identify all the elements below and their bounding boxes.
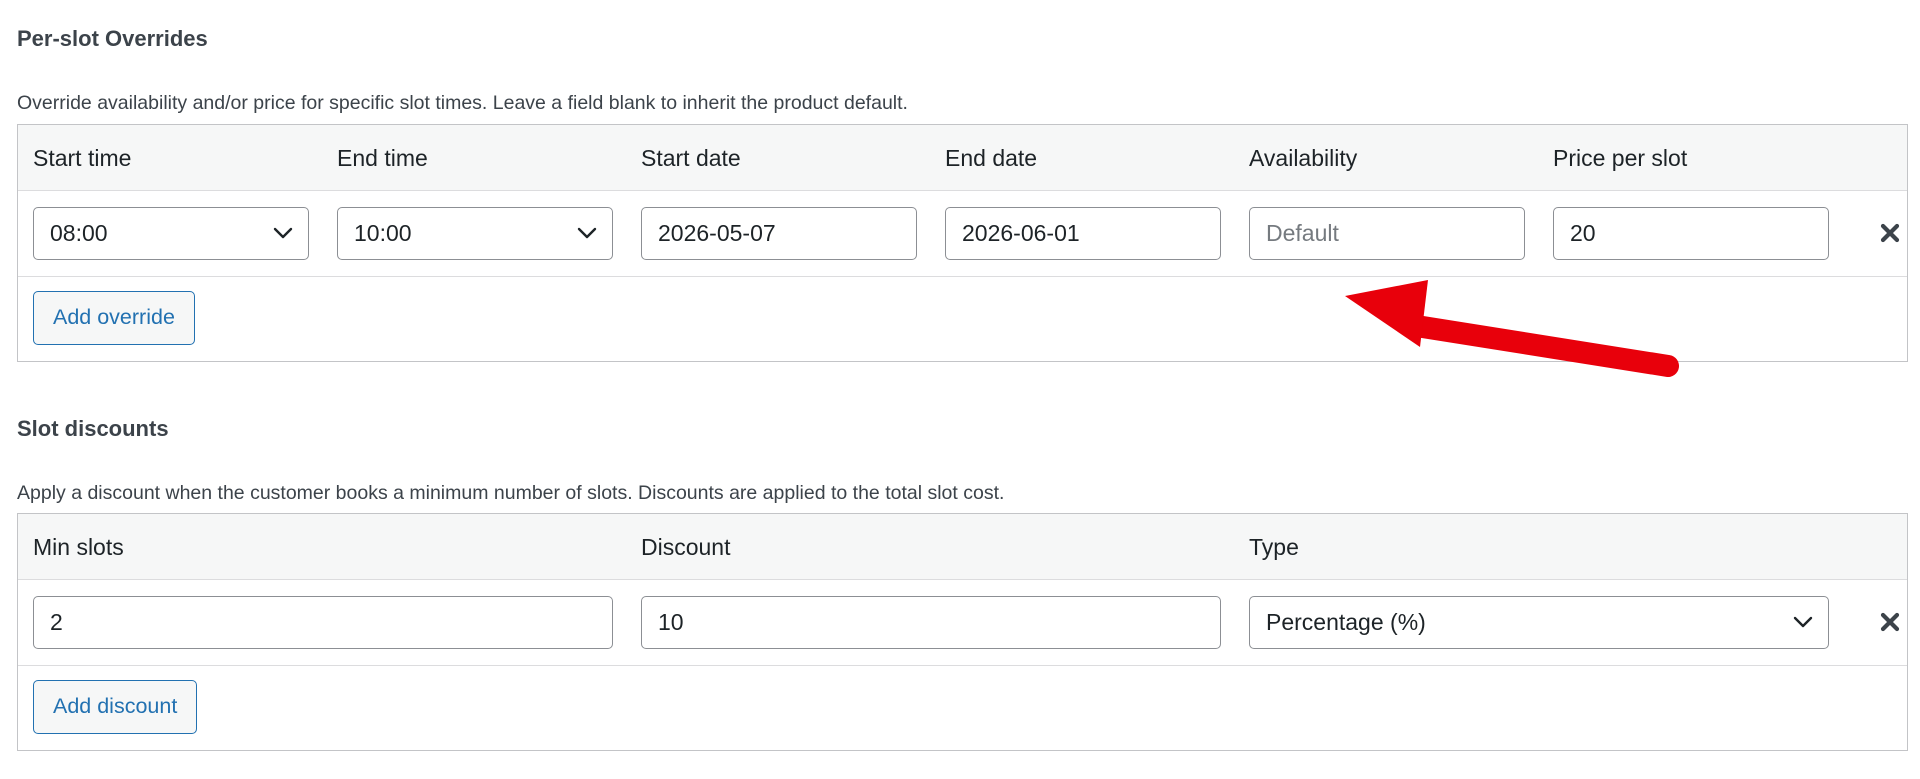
min-slots-input[interactable]: 2 [33, 596, 613, 649]
discount-row: 2 10 Percentage (%) [18, 580, 1907, 666]
col-discount: Discount [641, 534, 731, 560]
discounts-table: Min slots Discount Type 2 10 Percentage … [17, 513, 1908, 751]
start-date-input[interactable]: 2026-05-07 [641, 207, 917, 260]
close-icon[interactable] [1875, 218, 1905, 248]
price-per-slot-input[interactable]: 20 [1553, 207, 1829, 260]
discounts-description: Apply a discount when the customer books… [17, 482, 1005, 504]
col-start-date: Start date [641, 145, 741, 171]
red-arrow-annotation [1345, 280, 1679, 377]
discount-type-value: Percentage (%) [1266, 609, 1426, 635]
end-time-value: 10:00 [354, 220, 412, 246]
discounts-footer: Add discount [18, 666, 1907, 751]
col-start-time: Start time [33, 145, 132, 171]
chevron-down-icon [577, 227, 597, 239]
overrides-title: Per-slot Overrides [17, 26, 208, 51]
discount-input[interactable]: 10 [641, 596, 1221, 649]
overrides-header-row: Start time End time Start date End date … [18, 125, 1907, 191]
col-type: Type [1249, 534, 1299, 560]
col-min-slots: Min slots [33, 534, 124, 560]
chevron-down-icon [273, 227, 293, 239]
start-time-value: 08:00 [50, 220, 108, 246]
end-time-select[interactable]: 10:00 [337, 207, 613, 260]
add-discount-button[interactable]: Add discount [33, 680, 198, 734]
end-date-input[interactable]: 2026-06-01 [945, 207, 1221, 260]
chevron-down-icon [1793, 616, 1813, 628]
discount-type-select[interactable]: Percentage (%) [1249, 596, 1829, 649]
discounts-title: Slot discounts [17, 416, 169, 441]
close-icon[interactable] [1875, 607, 1905, 637]
discounts-header-row: Min slots Discount Type [18, 514, 1907, 580]
col-end-date: End date [945, 145, 1038, 171]
overrides-description: Override availability and/or price for s… [17, 92, 908, 114]
col-price-per-slot: Price per slot [1553, 145, 1688, 171]
add-override-button[interactable]: Add override [33, 291, 195, 345]
col-end-time: End time [337, 145, 428, 171]
start-time-select[interactable]: 08:00 [33, 207, 309, 260]
col-availability: Availability [1249, 145, 1358, 171]
availability-input[interactable]: Default [1249, 207, 1525, 260]
override-row: 08:00 10:00 2026-05-07 2026-06-01 Defaul… [18, 191, 1907, 277]
